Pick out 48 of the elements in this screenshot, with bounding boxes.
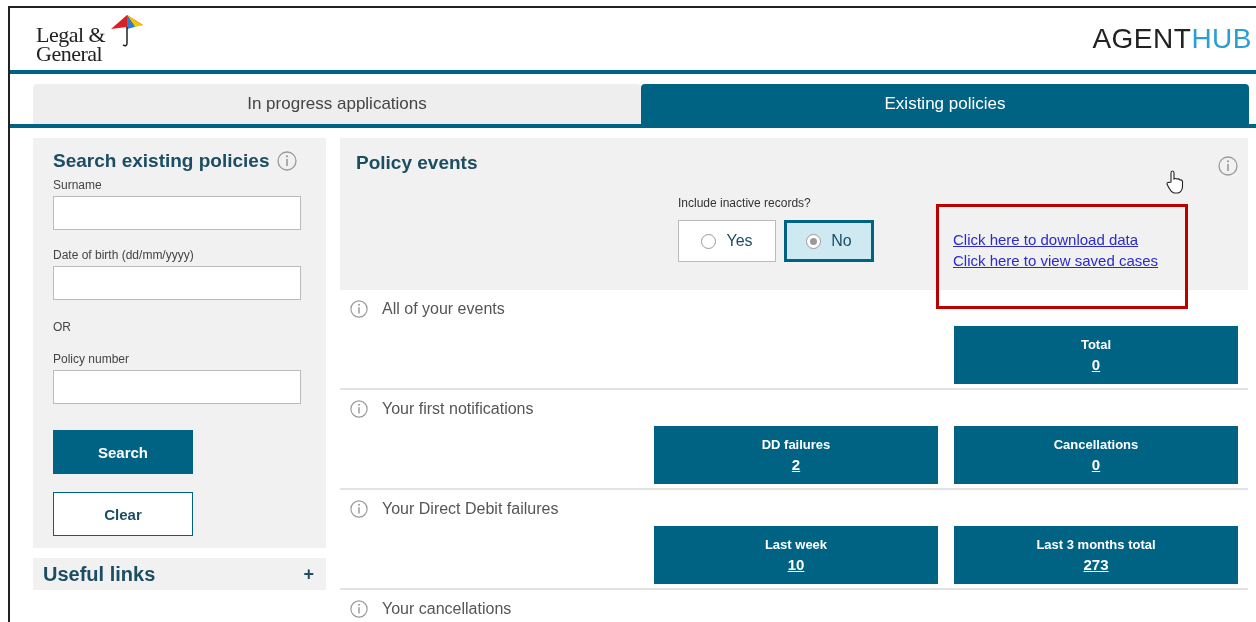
tile-label: Last 3 months total (1036, 537, 1156, 552)
info-icon[interactable] (277, 151, 298, 171)
tab[interactable]: In progress applications (33, 84, 641, 124)
tab[interactable]: Existing policies (641, 84, 1249, 124)
input-field[interactable] (53, 266, 301, 300)
stat-tile[interactable]: Last 3 months total 273 (954, 526, 1238, 584)
section-title: Your cancellations (382, 600, 512, 618)
tile-value-link[interactable]: 0 (1091, 456, 1101, 473)
stat-tile[interactable]: DD failures 2 (654, 426, 938, 484)
or-text: OR (53, 320, 72, 334)
product-name: AGENTHUB (1092, 23, 1252, 55)
section-title: Your Direct Debit failures (382, 500, 559, 518)
input-field[interactable] (53, 370, 301, 404)
section-title: Your first notifications (382, 400, 534, 418)
radio-option[interactable]: Yes (678, 220, 776, 262)
search-button[interactable]: Search (53, 430, 193, 474)
link[interactable]: Click here to download data (953, 231, 1185, 248)
field-label: Policy number (53, 352, 131, 366)
stat-tile[interactable]: Last week 10 (654, 526, 938, 584)
field-label: Surname (53, 178, 103, 192)
section-title: Useful links (43, 562, 156, 586)
info-icon[interactable] (350, 400, 368, 418)
stat-tile[interactable]: Total 0 (954, 326, 1238, 384)
info-icon[interactable] (1218, 156, 1238, 176)
info-icon[interactable] (350, 300, 368, 318)
useful-links-header[interactable]: Useful links + (33, 558, 326, 590)
stat-tile[interactable]: Cancellations 0 (954, 426, 1238, 484)
tile-value-link[interactable]: 2 (791, 456, 801, 473)
tile-label: Last week (764, 537, 828, 552)
tile-label: DD failures (761, 437, 831, 452)
hand-cursor-icon (1166, 170, 1184, 194)
tile-value-link[interactable]: 10 (787, 556, 805, 573)
info-icon[interactable] (350, 500, 368, 518)
clear-button[interactable]: Clear (53, 492, 193, 536)
info-icon[interactable] (350, 600, 368, 618)
input-field[interactable] (53, 196, 301, 230)
expand-icon[interactable]: + (303, 563, 314, 585)
radio-option[interactable]: No (784, 220, 874, 262)
panel-title: Policy events (356, 152, 479, 175)
tile-value-link[interactable]: 273 (1083, 556, 1109, 573)
section-title: All of your events (382, 300, 505, 318)
tile-label: Total (1080, 337, 1112, 352)
panel-title: Search existing policies (53, 150, 270, 172)
tile-label: Cancellations (1053, 437, 1139, 452)
tile-value-link[interactable]: 0 (1091, 356, 1101, 373)
link[interactable]: Click here to view saved cases (953, 252, 1185, 269)
field-label: Date of birth (dd/mm/yyyy) (53, 248, 195, 262)
question-label: Include inactive records? (678, 196, 812, 210)
